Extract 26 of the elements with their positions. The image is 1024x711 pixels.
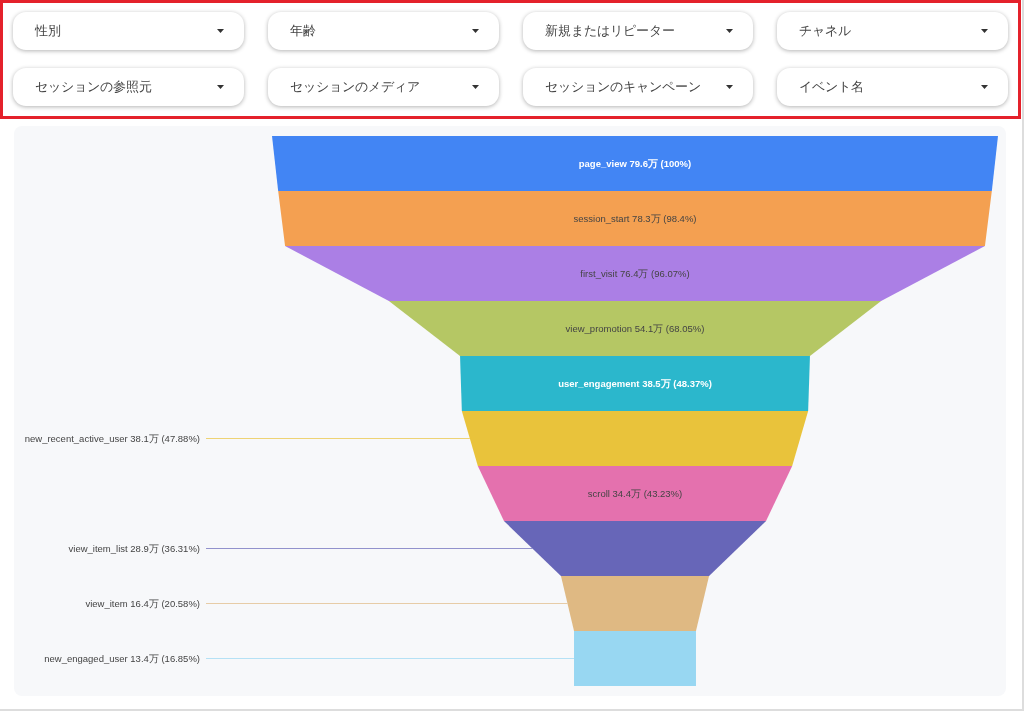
caret-icon [471, 29, 479, 33]
stage-label: page_view 79.6万 (100%) [578, 158, 692, 169]
caret-icon [981, 85, 988, 89]
filter-dropdown[interactable]: 新規またはリピーター [522, 12, 754, 50]
caret-icon [726, 29, 734, 33]
filter-dropdown[interactable]: 年齢 [267, 12, 499, 50]
filter-dropdown[interactable]: イベント名 [777, 68, 1008, 106]
caret-icon [981, 29, 988, 33]
stage-label: new_engaged_user 13.4万 (16.85%) [44, 653, 200, 664]
filter-dropdown[interactable]: セッションのキャンペーン [522, 68, 754, 106]
filter-dropdown[interactable]: チャネル [777, 12, 1008, 50]
stage-label: new_recent_active_user 38.1万 (47.88%) [24, 433, 200, 444]
stage-label: scroll 34.4万 (43.23%) [587, 488, 683, 499]
stage-label: view_item_list 28.9万 (36.31%) [68, 543, 200, 554]
filter-dropdown[interactable]: セッションの参照元 [13, 68, 244, 106]
caret-icon [471, 85, 479, 89]
caret-icon [726, 85, 734, 89]
stage-label: view_promotion 54.1万 (68.05%) [565, 323, 705, 334]
caret-icon [216, 85, 224, 89]
stage-label: first_visit 76.4万 (96.07%) [580, 268, 690, 279]
filter-dropdown[interactable]: 性別 [13, 12, 244, 50]
filter-dropdown[interactable]: セッションのメディア [267, 68, 499, 106]
stage-label: session_start 78.3万 (98.4%) [573, 213, 697, 224]
caret-icon [216, 29, 224, 33]
stage-label: user_engagement 38.5万 (48.37%) [558, 378, 712, 389]
stage-label: view_item 16.4万 (20.58%) [85, 598, 200, 609]
